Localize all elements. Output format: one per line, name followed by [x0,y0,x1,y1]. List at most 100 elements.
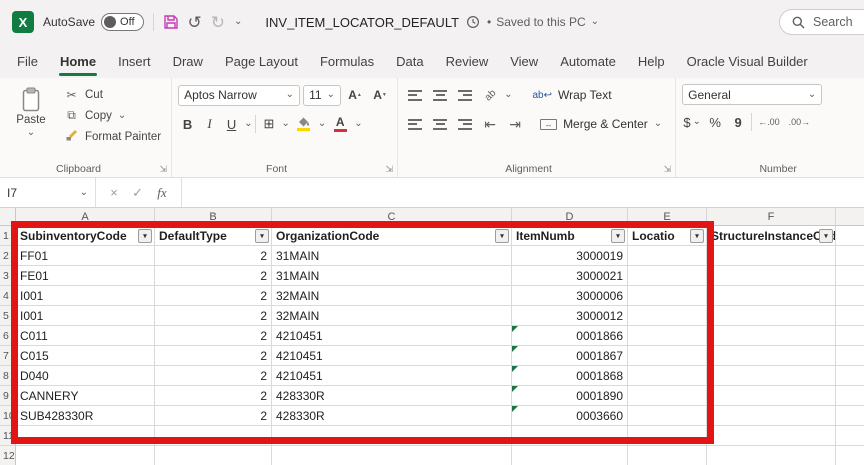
cell-B11[interactable] [155,426,272,446]
row-header-6[interactable]: 6 [0,326,16,346]
comma-style-button[interactable]: 9 [728,112,748,132]
cell-F12[interactable] [707,446,836,465]
ribbon-tab-help[interactable]: Help [627,45,676,78]
document-title[interactable]: INV_ITEM_LOCATOR_DEFAULT [265,15,459,30]
quick-access-chevron-icon[interactable]: ⌄ [234,17,242,27]
cell-C9[interactable]: 428330R [272,386,512,406]
cell-A11[interactable] [16,426,155,446]
cell-A5[interactable]: I001 [16,306,155,326]
cell-E6[interactable] [628,326,707,346]
cell-C4[interactable]: 32MAIN [272,286,512,306]
cell-E11[interactable] [628,426,707,446]
cell-G4[interactable] [836,286,864,306]
cell-E3[interactable] [628,266,707,286]
cell-F7[interactable] [707,346,836,366]
orientation-button[interactable]: ab [479,84,501,106]
row-header-3[interactable]: 3 [0,266,16,286]
align-left-button[interactable] [404,113,426,135]
cell-E9[interactable] [628,386,707,406]
row-header-10[interactable]: 10 [0,406,16,426]
cell-G8[interactable] [836,366,864,386]
font-color-button[interactable]: A [329,113,351,135]
cell-A8[interactable]: D040 [16,366,155,386]
ribbon-tab-automate[interactable]: Automate [549,45,627,78]
format-painter-button[interactable]: Format Painter [60,126,165,147]
cell-E7[interactable] [628,346,707,366]
cell-B2[interactable]: 2 [155,246,272,266]
cell-A12[interactable] [16,446,155,465]
align-center-button[interactable] [429,113,451,135]
cell-A1[interactable]: SubinventoryCode▾ [16,226,155,246]
cell-E8[interactable] [628,366,707,386]
cell-F11[interactable] [707,426,836,446]
cell-C10[interactable]: 428330R [272,406,512,426]
cancel-button[interactable]: × [110,185,118,200]
save-status[interactable]: • Saved to this PC ⌄ [487,15,599,29]
decrease-decimal-button[interactable]: .00→ [786,115,814,129]
cell-A3[interactable]: FE01 [16,266,155,286]
cell-C8[interactable]: 4210451 [272,366,512,386]
column-header-B[interactable]: B [155,208,272,226]
cell-D2[interactable]: 3000019 [512,246,628,266]
font-name-combobox[interactable]: Aptos Narrow ⌄ [178,85,300,106]
cell-D1[interactable]: ItemNumb▾ [512,226,628,246]
row-header-9[interactable]: 9 [0,386,16,406]
cell-F2[interactable] [707,246,836,266]
accounting-format-button[interactable]: $ ⌄ [682,112,702,132]
font-dialog-launcher[interactable]: ⇲ [386,165,394,174]
row-header-8[interactable]: 8 [0,366,16,386]
cell-B3[interactable]: 2 [155,266,272,286]
filter-button-F[interactable]: ▾ [819,229,833,243]
row-header-12[interactable]: 12 [0,446,16,465]
autosave-toggle[interactable]: AutoSave Off [43,13,144,31]
ribbon-tab-insert[interactable]: Insert [107,45,162,78]
cell-D3[interactable]: 3000021 [512,266,628,286]
copy-button[interactable]: ⧉ Copy ⌄ [60,105,165,126]
redo-icon[interactable]: ↻ [211,14,225,31]
formula-input[interactable] [182,178,864,207]
cell-A6[interactable]: C011 [16,326,155,346]
cell-A2[interactable]: FF01 [16,246,155,266]
cell-E5[interactable] [628,306,707,326]
name-box[interactable]: I7 ⌄ [0,178,96,207]
cell-G9[interactable] [836,386,864,406]
filter-button-D[interactable]: ▾ [611,229,625,243]
filter-button-C[interactable]: ▾ [495,229,509,243]
font-size-combobox[interactable]: 11 ⌄ [303,85,341,106]
cell-F4[interactable] [707,286,836,306]
cell-E2[interactable] [628,246,707,266]
cell-D10[interactable]: 0003660 [512,406,628,426]
cell-D11[interactable] [512,426,628,446]
alignment-dialog-launcher[interactable]: ⇲ [664,165,672,174]
cell-C12[interactable] [272,446,512,465]
row-header-11[interactable]: 11 [0,426,16,446]
cell-F5[interactable] [707,306,836,326]
filter-button-B[interactable]: ▾ [255,229,269,243]
cell-B10[interactable]: 2 [155,406,272,426]
grow-font-button[interactable]: A ▲ [344,84,366,106]
cell-F10[interactable] [707,406,836,426]
cell-E10[interactable] [628,406,707,426]
undo-icon[interactable]: ↺ [188,14,202,31]
ribbon-tab-file[interactable]: File [6,45,49,78]
ribbon-tab-page-layout[interactable]: Page Layout [214,45,309,78]
align-right-button[interactable] [454,113,476,135]
cell-E1[interactable]: Locatio▾ [628,226,707,246]
align-middle-button[interactable] [429,84,451,106]
cell-B6[interactable]: 2 [155,326,272,346]
insert-function-button[interactable]: fx [157,185,166,201]
wrap-text-button[interactable]: ab↩ Wrap Text [525,85,618,105]
filter-button-E[interactable]: ▾ [690,229,704,243]
merge-center-button[interactable]: ↔ Merge & Center ⌄ [533,114,669,134]
excel-logo-icon[interactable]: X [12,11,34,33]
ribbon-tab-draw[interactable]: Draw [162,45,214,78]
cell-E4[interactable] [628,286,707,306]
cell-D5[interactable]: 3000012 [512,306,628,326]
cell-G6[interactable] [836,326,864,346]
cell-B4[interactable]: 2 [155,286,272,306]
font-color-chevron-icon[interactable]: ⌄ [354,119,362,129]
search-input[interactable]: Search [779,9,864,35]
save-icon[interactable] [163,14,179,30]
cell-A4[interactable]: I001 [16,286,155,306]
cell-G3[interactable] [836,266,864,286]
